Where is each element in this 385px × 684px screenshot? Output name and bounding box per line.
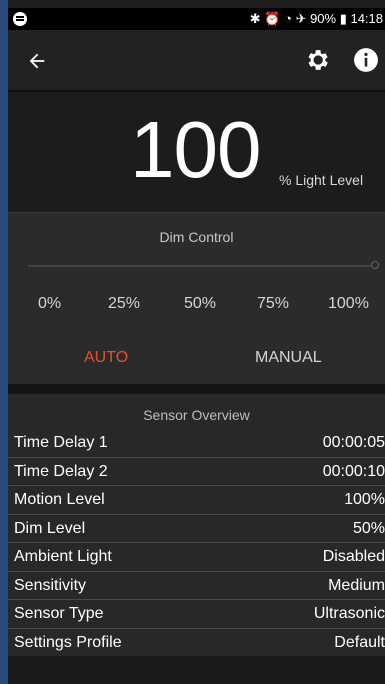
row-value: 00:00:05 (322, 434, 385, 451)
sensor-row-sensor-type: Sensor Type Ultrasonic (8, 600, 385, 629)
row-value: Disabled (322, 548, 385, 565)
sensor-row-dim-level: Dim Level 50% (8, 515, 385, 543)
dim-control-title: Dim Control (159, 229, 234, 245)
row-label: Dim Level (14, 519, 86, 537)
row-value: Default (334, 633, 385, 651)
row-label: Time Delay 1 (14, 434, 108, 451)
sensor-row-time-delay-1: Time Delay 1 00:00:05 (8, 429, 385, 458)
row-label: Motion Level (14, 491, 105, 508)
status-indicators: ✱ ⏰ ◔ ✈ 90% ▮ 14:18 (249, 11, 383, 26)
light-level-value: 100 (130, 105, 261, 194)
info-icon[interactable] (350, 44, 382, 76)
dim-slider-knob[interactable] (371, 261, 379, 269)
light-level-panel: 100 % Light Level (8, 92, 385, 212)
row-value: 100% (344, 491, 385, 508)
row-label: Sensitivity (14, 576, 87, 594)
sensor-row-settings-profile: Settings Profile Default (8, 629, 385, 657)
window-frame (0, 0, 8, 684)
bottom-spacer (8, 656, 385, 684)
row-label: Sensor Type (14, 605, 104, 622)
sensor-row-sensitivity: Sensitivity Medium (8, 572, 385, 600)
row-value: Medium (328, 576, 385, 594)
sensor-row-ambient-light: Ambient Light Disabled (8, 543, 385, 572)
row-label: Ambient Light (14, 548, 112, 565)
tick-25[interactable]: 25% (108, 295, 140, 313)
status-bar: ✱ ⏰ ◔ ✈ 90% ▮ 14:18 (8, 8, 385, 30)
sensor-row-motion-level: Motion Level 100% (8, 486, 385, 515)
dim-tick-labels: 0% 25% 50% 75% 100% (8, 295, 385, 315)
sensor-rows: Time Delay 1 00:00:05 Time Delay 2 00:00:1… (8, 429, 385, 657)
row-value: Ultrasonic (313, 605, 385, 622)
sensor-row-time-delay-2: Time Delay 2 00:00:10 (8, 458, 385, 486)
row-label: Settings Profile (14, 633, 122, 651)
spotify-icon (13, 12, 27, 26)
row-value: 00:00:10 (322, 462, 385, 480)
back-arrow-icon[interactable] (22, 46, 52, 76)
tick-100[interactable]: 100% (328, 295, 369, 313)
manual-mode-button[interactable]: MANUAL (255, 349, 322, 367)
dim-slider[interactable] (28, 261, 379, 269)
gear-icon[interactable] (301, 44, 333, 76)
auto-mode-button[interactable]: AUTO (84, 349, 128, 367)
app-toolbar (8, 30, 385, 90)
row-value: 50% (352, 519, 385, 537)
dim-control-panel: Dim Control 0% 25% 50% 75% 100% AUTO MAN… (8, 212, 385, 385)
tick-75[interactable]: 75% (257, 295, 289, 313)
row-label: Time Delay 2 (14, 462, 108, 480)
light-level-unit: % Light Level (279, 172, 364, 188)
tick-50[interactable]: 50% (184, 295, 216, 313)
sensor-overview-title: Sensor Overview (143, 407, 250, 423)
section-gap (8, 384, 385, 394)
sensor-overview-panel: Sensor Overview Time Delay 1 00:00:05 Tim… (8, 394, 385, 657)
tick-0[interactable]: 0% (38, 295, 61, 313)
